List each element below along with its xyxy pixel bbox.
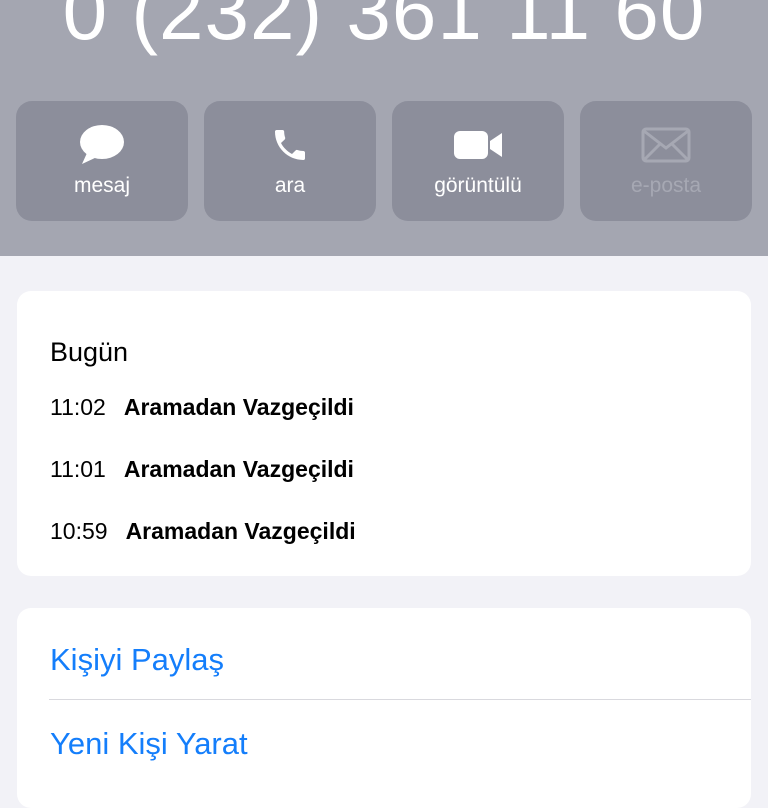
call-label: ara (274, 174, 306, 197)
call-time: 10:59 (50, 518, 108, 544)
message-label: mesaj (73, 174, 131, 197)
video-button[interactable]: görüntülü (392, 101, 564, 221)
call-status: Aramadan Vazgeçildi (123, 394, 354, 420)
contact-actions-card: Kişiyi Paylaş Yeni Kişi Yarat (17, 608, 751, 808)
call-history-row: 11:01 Aramadan Vazgeçildi (50, 456, 354, 483)
call-button[interactable]: ara (204, 101, 376, 221)
call-time: 11:01 (50, 456, 106, 482)
call-status: Aramadan Vazgeçildi (123, 456, 354, 482)
email-label: e-posta (630, 174, 702, 197)
history-date-heading: Bugün (50, 337, 129, 367)
contact-header: 0 (232) 361 11 60 mesaj ara görüntülü e-… (0, 0, 768, 256)
phone-icon (204, 121, 376, 169)
call-history-row: 11:02 Aramadan Vazgeçildi (50, 394, 354, 421)
quick-actions: mesaj ara görüntülü e-posta (16, 101, 752, 221)
create-contact-link[interactable]: Yeni Kişi Yarat (50, 726, 248, 762)
video-camera-icon (392, 121, 564, 169)
message-button[interactable]: mesaj (16, 101, 188, 221)
video-label: görüntülü (434, 174, 522, 197)
email-button[interactable]: e-posta (580, 101, 752, 221)
call-status: Aramadan Vazgeçildi (125, 518, 356, 544)
message-bubble-icon (16, 121, 188, 169)
envelope-icon (580, 121, 752, 169)
phone-number: 0 (232) 361 11 60 (62, 0, 706, 56)
call-time: 11:02 (50, 394, 106, 420)
call-history-row: 10:59 Aramadan Vazgeçildi (50, 518, 356, 545)
divider (49, 699, 751, 700)
share-contact-link[interactable]: Kişiyi Paylaş (50, 642, 224, 678)
